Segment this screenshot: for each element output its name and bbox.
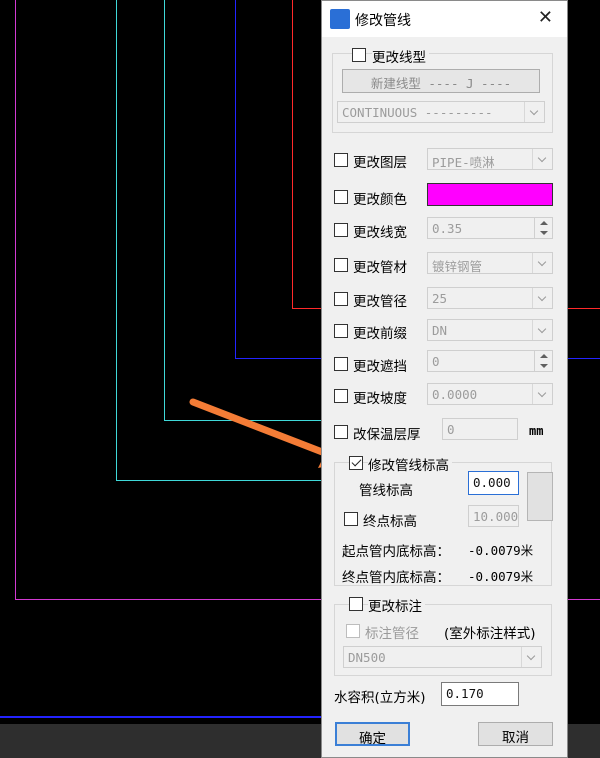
occlusion-spinner[interactable]: 0 <box>427 350 553 372</box>
annotation-diameter-select[interactable]: DN500 <box>343 646 542 668</box>
title-bar: 修改管线 ✕ <box>322 1 567 37</box>
change-occlusion-checkbox[interactable] <box>334 357 348 371</box>
change-linewidth-checkbox[interactable] <box>334 223 348 237</box>
app-icon <box>330 9 350 29</box>
chevron-down-icon <box>532 320 552 340</box>
layer-select-value: PIPE-喷淋 <box>432 155 495 170</box>
linewidth-value: 0.35 <box>432 221 463 236</box>
change-prefix-label: 更改前缀 <box>353 326 407 342</box>
end-elevation-label: 终点标高 <box>363 514 417 530</box>
change-linetype-label: 更改线型 <box>372 46 429 66</box>
material-select-value: 镀锌钢管 <box>432 259 483 274</box>
layer-select[interactable]: PIPE-喷淋 <box>427 148 553 170</box>
new-linetype-button[interactable]: 新建线型 ---- J ---- <box>342 69 540 93</box>
water-volume-label: 水容积(立方米) <box>334 690 426 706</box>
end-elevation-checkbox[interactable] <box>344 512 358 526</box>
change-linetype-checkbox[interactable] <box>352 48 366 62</box>
insulation-label: 改保温层厚 <box>353 427 421 443</box>
pipe-elevation-input[interactable]: 0.000 <box>468 471 519 495</box>
chevron-down-icon <box>532 384 552 404</box>
modify-pipe-dialog: 修改管线 ✕ 更改线型 新建线型 ---- J ---- CONTINUOUS … <box>321 0 568 758</box>
chevron-down-icon <box>524 102 544 122</box>
change-color-checkbox[interactable] <box>334 190 348 204</box>
start-bottom-elevation-value: -0.0079米 <box>468 543 534 558</box>
change-diameter-label: 更改管径 <box>353 294 407 310</box>
chevron-down-icon <box>532 288 552 308</box>
chevron-down-icon <box>532 149 552 169</box>
insulation-unit: mm <box>529 424 544 438</box>
outdoor-style-note: (室外标注样式) <box>444 626 536 642</box>
chevron-down-icon <box>521 647 541 667</box>
annotation-diameter-value: DN500 <box>348 650 386 665</box>
occlusion-value: 0 <box>432 354 440 369</box>
spinner-arrows-icon[interactable] <box>534 351 552 371</box>
end-bottom-elevation-label: 终点管内底标高： <box>342 570 450 586</box>
change-color-label: 更改颜色 <box>353 192 407 208</box>
dialog-title: 修改管线 <box>355 13 411 29</box>
material-select[interactable]: 镀锌钢管 <box>427 252 553 274</box>
prefix-select[interactable]: DN <box>427 319 553 341</box>
end-bottom-elevation-value: -0.0079米 <box>468 569 534 584</box>
change-annotation-checkbox[interactable] <box>349 597 363 611</box>
cancel-button[interactable]: 取消 <box>478 722 553 746</box>
change-layer-label: 更改图层 <box>353 155 407 171</box>
close-icon[interactable]: ✕ <box>538 7 553 28</box>
modify-elevation-label: 修改管线标高 <box>368 454 452 474</box>
change-linewidth-label: 更改线宽 <box>353 225 407 241</box>
change-slope-label: 更改坡度 <box>353 391 407 407</box>
end-elevation-input[interactable]: 10.000 <box>468 505 519 527</box>
slope-select-value: 0.0000 <box>432 387 478 402</box>
water-volume-input[interactable]: 0.170 <box>441 682 519 706</box>
elevation-pick-button[interactable] <box>527 472 553 521</box>
prefix-select-value: DN <box>432 323 448 338</box>
start-bottom-elevation-label: 起点管内底标高： <box>342 544 450 560</box>
change-occlusion-label: 更改遮挡 <box>353 359 407 375</box>
linetype-select-value: CONTINUOUS --------- <box>342 105 493 120</box>
diameter-select[interactable]: 25 <box>427 287 553 309</box>
insulation-checkbox[interactable] <box>334 425 348 439</box>
spinner-arrows-icon[interactable] <box>534 218 552 238</box>
change-material-checkbox[interactable] <box>334 258 348 272</box>
annotate-diameter-checkbox[interactable] <box>346 624 360 638</box>
modify-elevation-checkbox[interactable] <box>349 456 363 470</box>
change-prefix-checkbox[interactable] <box>334 324 348 338</box>
insulation-input[interactable]: 0 <box>442 418 518 440</box>
change-diameter-checkbox[interactable] <box>334 292 348 306</box>
chevron-down-icon <box>532 253 552 273</box>
slope-select[interactable]: 0.0000 <box>427 383 553 405</box>
linetype-select[interactable]: CONTINUOUS --------- <box>337 101 545 123</box>
diameter-select-value: 25 <box>432 291 448 306</box>
change-slope-checkbox[interactable] <box>334 389 348 403</box>
linewidth-spinner[interactable]: 0.35 <box>427 217 553 239</box>
change-annotation-label: 更改标注 <box>368 595 425 615</box>
pipe-elevation-label: 管线标高 <box>359 483 413 499</box>
change-layer-checkbox[interactable] <box>334 153 348 167</box>
change-material-label: 更改管材 <box>353 260 407 276</box>
annotate-diameter-label: 标注管径 <box>365 626 419 642</box>
ok-button[interactable]: 确定 <box>335 722 410 747</box>
color-swatch-button[interactable] <box>427 183 553 206</box>
